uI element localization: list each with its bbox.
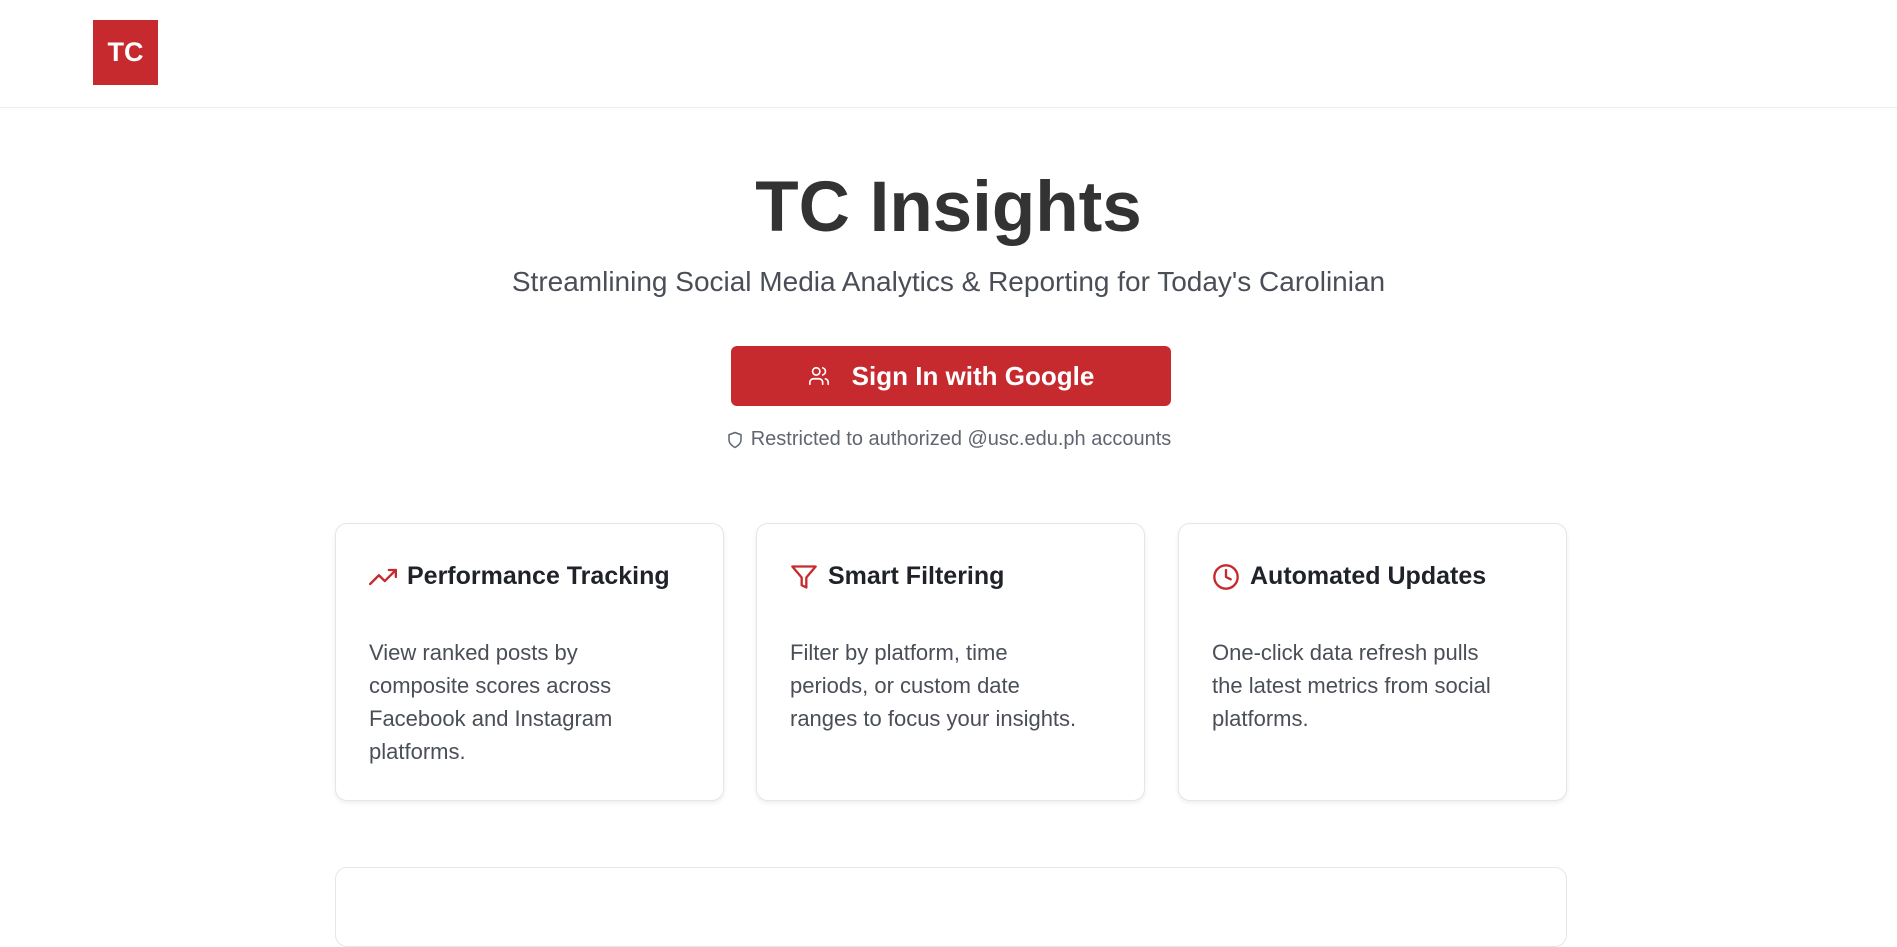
sign-in-label: Sign In with Google <box>851 360 1095 391</box>
card-header: Performance Tracking <box>369 562 670 591</box>
card-description: View ranked posts by composite scores ac… <box>369 640 613 764</box>
feature-card-smart-filtering: Smart Filtering Filter by platform, time… <box>756 523 1145 801</box>
card-title: Performance Tracking <box>407 562 670 590</box>
feature-card-automated-updates: Automated Updates One-click data refresh… <box>1178 523 1567 801</box>
restriction-text: Restricted to authorized @usc.edu.ph acc… <box>750 428 1172 450</box>
page-title: TC Insights <box>755 168 1142 247</box>
sign-in-with-google-button[interactable]: Sign In with Google <box>731 346 1171 406</box>
shield-icon <box>726 430 744 450</box>
logo-text: TC <box>107 37 144 67</box>
card-header: Automated Updates <box>1212 562 1486 591</box>
page-subtitle: Streamlining Social Media Analytics & Re… <box>511 266 1386 297</box>
bottom-panel <box>335 867 1567 947</box>
clock-icon <box>1212 563 1240 591</box>
card-description: One-click data refresh pulls the latest … <box>1212 640 1491 731</box>
trending-up-icon <box>369 563 397 591</box>
tc-logo[interactable]: TC <box>93 20 158 85</box>
restriction-note: Restricted to authorized @usc.edu.ph acc… <box>0 428 1897 451</box>
users-icon <box>808 365 830 387</box>
card-description: Filter by platform, time periods, or cus… <box>790 640 1077 731</box>
card-title: Automated Updates <box>1250 562 1487 590</box>
feature-card-performance-tracking: Performance Tracking View ranked posts b… <box>335 523 724 801</box>
card-header: Smart Filtering <box>790 562 1004 591</box>
card-title: Smart Filtering <box>828 562 1005 590</box>
top-header: TC <box>0 0 1897 108</box>
filter-icon <box>790 563 818 591</box>
